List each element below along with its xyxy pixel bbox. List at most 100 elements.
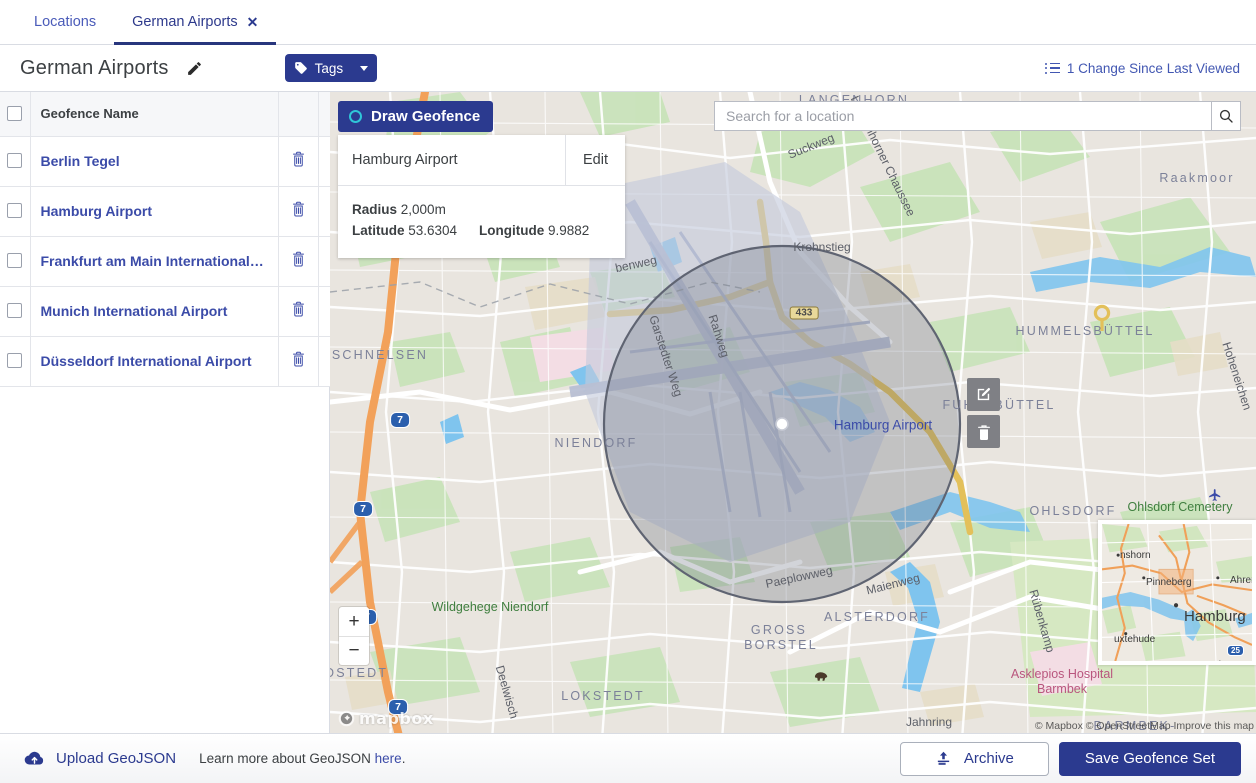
row-spacer bbox=[318, 136, 330, 187]
cloud-upload-icon bbox=[24, 751, 44, 765]
table-row[interactable]: Munich International Airport bbox=[0, 286, 330, 337]
table-row[interactable]: Düsseldorf International Airport bbox=[0, 336, 330, 387]
trash-icon[interactable] bbox=[291, 250, 306, 272]
geojson-help-link[interactable]: here bbox=[375, 751, 402, 766]
save-geofence-set-button[interactable]: Save Geofence Set bbox=[1058, 741, 1241, 776]
page-title: German Airports bbox=[20, 56, 169, 79]
row-delete-cell bbox=[278, 236, 319, 287]
geofence-info-popup: Hamburg Airport Edit Radius 2,000m Latit… bbox=[338, 135, 625, 258]
tags-button[interactable]: Tags bbox=[284, 54, 378, 82]
circle-outline-icon bbox=[349, 110, 362, 123]
body: Geofence Name Berlin Tegel Hamburg Airpo… bbox=[0, 92, 1256, 733]
mapbox-mark-icon bbox=[338, 710, 355, 727]
draw-geofence-label: Draw Geofence bbox=[371, 108, 481, 125]
search-icon bbox=[1219, 109, 1233, 123]
row-name-cell: Munich International Airport bbox=[30, 286, 279, 337]
archive-upload-icon bbox=[937, 751, 950, 765]
geofence-name-link[interactable]: Berlin Tegel bbox=[31, 153, 267, 169]
popup-coords-row: Latitude 53.6304 Longitude 9.9882 bbox=[352, 221, 611, 242]
map-attribution[interactable]: © Mapbox © OpenStreetMap Improve this ma… bbox=[1035, 720, 1254, 732]
zoom-in-button[interactable]: + bbox=[339, 607, 369, 636]
zoom-controls: + − bbox=[339, 607, 369, 665]
app-root: Locations German Airports ✕ German Airpo… bbox=[0, 0, 1256, 783]
pencil-icon bbox=[188, 61, 201, 75]
trash-icon bbox=[977, 424, 990, 440]
map-canvas-container[interactable]: LANGENHORN Suckweg Langenhorner Chaussee Ra… bbox=[330, 92, 1256, 733]
popup-radius-value: 2,000m bbox=[400, 202, 446, 217]
geofence-table: Geofence Name Berlin Tegel Hamburg Airpo… bbox=[0, 92, 330, 387]
delete-geofence-tool[interactable] bbox=[967, 415, 1000, 448]
row-name-cell: Berlin Tegel bbox=[30, 136, 279, 187]
select-all-checkbox[interactable] bbox=[7, 106, 23, 122]
geofence-list-panel: Geofence Name Berlin Tegel Hamburg Airpo… bbox=[0, 92, 330, 733]
tags-button-label: Tags bbox=[314, 60, 344, 76]
row-select-cell bbox=[0, 286, 31, 337]
popup-latitude: Latitude 53.6304 bbox=[352, 221, 479, 242]
row-spacer bbox=[318, 286, 330, 337]
overview-minimap[interactable]: nshornPinnebergAhrensburgHamburguxtehude… bbox=[1098, 520, 1256, 665]
geofence-name-link[interactable]: Frankfurt am Main International Air… bbox=[31, 253, 267, 269]
table-row[interactable]: Hamburg Airport bbox=[0, 186, 330, 237]
row-delete-cell bbox=[278, 336, 319, 387]
tab-locations[interactable]: Locations bbox=[16, 1, 114, 45]
zoom-out-button[interactable]: − bbox=[339, 636, 369, 665]
popup-radius-label: Radius bbox=[352, 202, 398, 217]
minimap-tiles bbox=[1102, 524, 1252, 661]
edit-geofence-tool[interactable] bbox=[967, 378, 1000, 411]
row-checkbox[interactable] bbox=[7, 253, 23, 269]
popup-header: Hamburg Airport Edit bbox=[338, 135, 625, 186]
learn-more-label: Learn more about GeoJSON bbox=[199, 751, 375, 766]
mapbox-logo[interactable]: mapbox bbox=[338, 709, 434, 728]
learn-more-suffix: . bbox=[401, 751, 406, 766]
popup-latitude-value: 53.6304 bbox=[408, 222, 458, 238]
row-delete-cell bbox=[278, 186, 319, 237]
tab-label: Locations bbox=[34, 13, 97, 30]
list-empty-space bbox=[0, 386, 329, 733]
geofence-name-link[interactable]: Düsseldorf International Airport bbox=[31, 353, 267, 369]
page-header: German Airports Tags 1 Change Since Last… bbox=[0, 45, 1256, 92]
trash-icon[interactable] bbox=[291, 300, 306, 322]
tab-german-airports[interactable]: German Airports ✕ bbox=[114, 1, 277, 45]
row-name-cell: Hamburg Airport bbox=[30, 186, 279, 237]
row-spacer bbox=[318, 236, 330, 287]
upload-geojson-button[interactable]: Upload GeoJSON bbox=[24, 750, 176, 767]
popup-edit-button[interactable]: Edit bbox=[565, 135, 625, 185]
pencil-square-icon bbox=[977, 387, 991, 401]
row-checkbox[interactable] bbox=[7, 203, 23, 219]
geofence-name-link[interactable]: Munich International Airport bbox=[31, 303, 267, 319]
popup-details: Radius 2,000m Latitude 53.6304 Longitude… bbox=[338, 186, 625, 258]
trash-icon[interactable] bbox=[291, 200, 306, 222]
changes-since-last-viewed[interactable]: 1 Change Since Last Viewed bbox=[1045, 61, 1240, 76]
close-icon[interactable]: ✕ bbox=[247, 15, 259, 29]
tab-bar: Locations German Airports ✕ bbox=[0, 0, 1256, 45]
row-name-cell: Frankfurt am Main International Air… bbox=[30, 236, 279, 287]
row-select-cell bbox=[0, 336, 31, 387]
search-button[interactable] bbox=[1211, 101, 1241, 131]
table-header: Geofence Name bbox=[0, 92, 330, 137]
row-checkbox[interactable] bbox=[7, 153, 23, 169]
table-row[interactable]: Berlin Tegel bbox=[0, 136, 330, 187]
draw-geofence-button[interactable]: Draw Geofence bbox=[338, 101, 494, 132]
upload-geojson-label: Upload GeoJSON bbox=[56, 750, 177, 767]
row-checkbox[interactable] bbox=[7, 353, 23, 369]
table-row[interactable]: Frankfurt am Main International Air… bbox=[0, 236, 330, 287]
row-checkbox[interactable] bbox=[7, 303, 23, 319]
geofence-tools bbox=[967, 378, 1000, 448]
edit-title-button[interactable] bbox=[183, 56, 207, 80]
archive-button[interactable]: Archive bbox=[899, 741, 1049, 776]
popup-longitude: Longitude 9.9882 bbox=[479, 221, 589, 242]
popup-longitude-value: 9.9882 bbox=[548, 222, 590, 238]
row-select-cell bbox=[0, 236, 31, 287]
popup-latitude-label: Latitude bbox=[352, 222, 405, 238]
geofence-name-link[interactable]: Hamburg Airport bbox=[31, 203, 267, 219]
row-spacer bbox=[318, 336, 330, 387]
trash-icon[interactable] bbox=[291, 350, 306, 372]
search-input[interactable] bbox=[714, 101, 1211, 131]
list-icon bbox=[1045, 62, 1060, 74]
tab-label: German Airports bbox=[132, 13, 238, 30]
row-select-cell bbox=[0, 136, 31, 187]
trash-icon[interactable] bbox=[291, 150, 306, 172]
chevron-down-icon bbox=[360, 65, 369, 71]
popup-geofence-name: Hamburg Airport bbox=[352, 152, 458, 168]
popup-radius-row: Radius 2,000m bbox=[352, 200, 611, 221]
